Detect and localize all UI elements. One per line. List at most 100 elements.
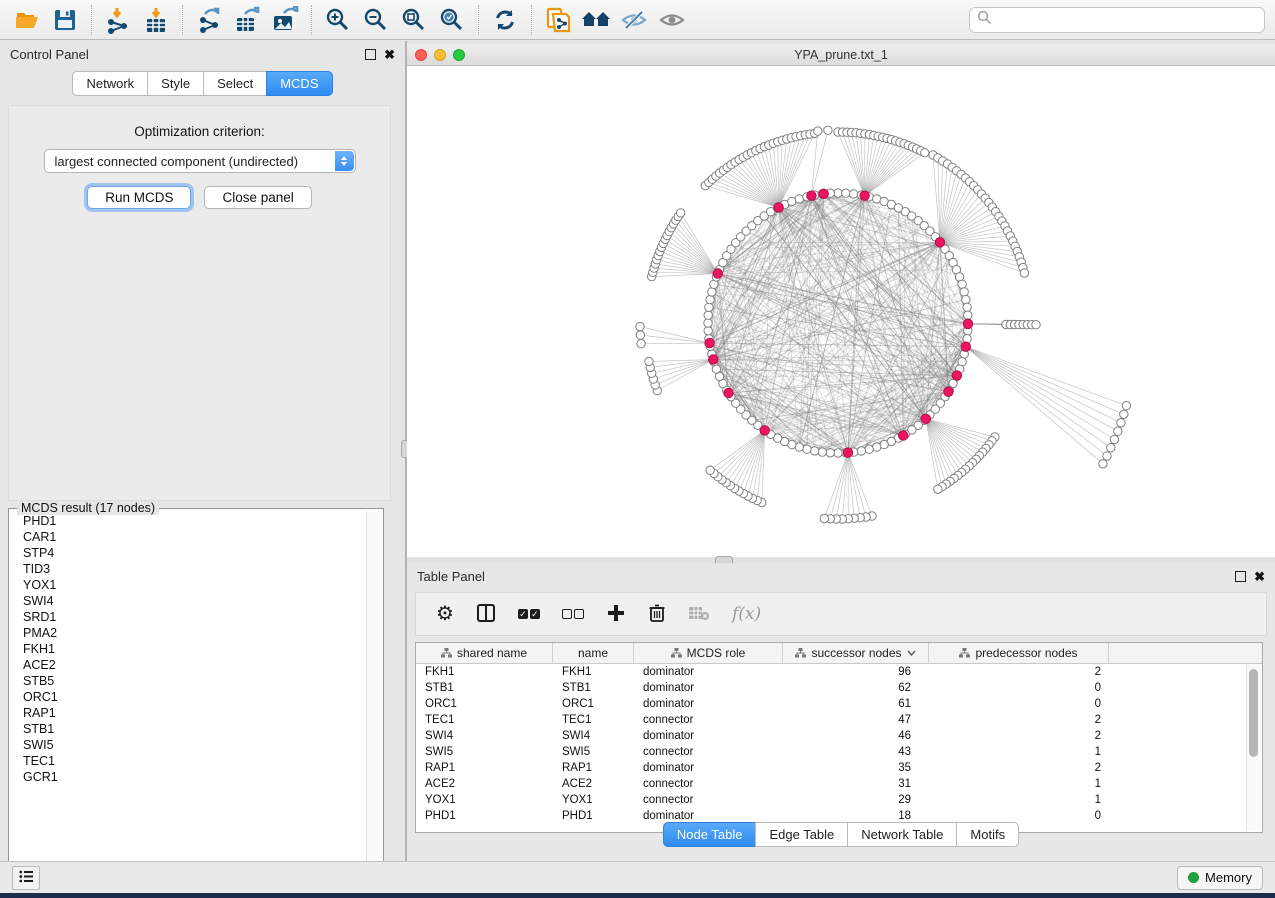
network-node[interactable] <box>960 288 968 296</box>
run-mcds-button[interactable]: Run MCDS <box>87 186 191 209</box>
mcds-result-list[interactable]: PHD1CAR1STP4TID3YOX1SWI4SRD1PMA2FKH1ACE2… <box>11 513 366 876</box>
node-table[interactable]: shared namenameMCDS rolesuccessor nodesp… <box>415 642 1263 833</box>
table-row[interactable]: YOX1YOX1connector291 <box>416 792 1262 808</box>
mcds-result-item[interactable]: TID3 <box>11 561 366 577</box>
zoom-out-button[interactable] <box>357 3 395 37</box>
network-node[interactable] <box>814 127 822 135</box>
close-panel-button[interactable]: Close panel <box>204 186 311 209</box>
network-node[interactable] <box>704 327 712 335</box>
mcds-dominator-node[interactable] <box>760 426 769 435</box>
zoom-fit-button[interactable] <box>395 3 433 37</box>
table-row[interactable]: FKH1FKH1dominator962 <box>416 664 1262 680</box>
column-header-name[interactable]: name <box>553 643 634 663</box>
mcds-result-item[interactable]: PMA2 <box>11 625 366 641</box>
network-node[interactable] <box>964 311 972 319</box>
network-node[interactable] <box>834 449 842 457</box>
mcds-result-item[interactable]: STP4 <box>11 545 366 561</box>
memory-button[interactable]: Memory <box>1177 866 1263 890</box>
network-node[interactable] <box>705 303 713 311</box>
tab-select[interactable]: Select <box>203 71 267 96</box>
network-node[interactable] <box>921 149 929 157</box>
network-node[interactable] <box>1099 460 1107 468</box>
open-file-button[interactable] <box>8 3 46 37</box>
network-node[interactable] <box>1122 402 1130 410</box>
network-node[interactable] <box>1020 269 1028 277</box>
table-tab-node-table[interactable]: Node Table <box>663 822 757 847</box>
table-tab-network-table[interactable]: Network Table <box>847 822 957 847</box>
mcds-result-item[interactable]: STB5 <box>11 673 366 689</box>
network-node[interactable] <box>1110 435 1118 443</box>
column-header-predecessor-nodes[interactable]: predecessor nodes <box>929 643 1109 663</box>
network-node[interactable] <box>795 195 803 203</box>
export-table-button[interactable] <box>228 3 266 37</box>
column-header-successor-nodes[interactable]: successor nodes <box>783 643 929 663</box>
network-node[interactable] <box>963 335 971 343</box>
mcds-dominator-node[interactable] <box>724 388 733 397</box>
network-node[interactable] <box>818 448 826 456</box>
network-node[interactable] <box>850 190 858 198</box>
network-node[interactable] <box>636 322 644 330</box>
tab-style[interactable]: Style <box>147 71 204 96</box>
table-row[interactable]: RAP1RAP1dominator352 <box>416 760 1262 776</box>
network-node[interactable] <box>1117 419 1125 427</box>
network-node[interactable] <box>962 295 970 303</box>
network-node[interactable] <box>820 514 828 522</box>
mcds-result-item[interactable]: PHD1 <box>11 513 366 529</box>
table-row[interactable]: TEC1TEC1connector472 <box>416 712 1262 728</box>
network-node[interactable] <box>1103 452 1111 460</box>
scrollbar-thumb[interactable] <box>1249 669 1258 757</box>
mcds-list-scrollbar[interactable] <box>366 511 381 876</box>
mcds-dominator-node[interactable] <box>843 448 852 457</box>
zoom-selected-button[interactable] <box>433 3 471 37</box>
deselect-all-rows-button[interactable] <box>562 609 584 619</box>
network-node[interactable] <box>704 311 712 319</box>
mcds-result-item[interactable]: YOX1 <box>11 577 366 593</box>
mcds-dominator-node[interactable] <box>963 319 972 328</box>
close-panel-icon[interactable]: ✖ <box>1254 570 1265 583</box>
optimization-criterion-select[interactable]: largest connected component (undirected) <box>44 149 356 173</box>
float-panel-icon[interactable] <box>365 49 376 60</box>
mcds-dominator-node[interactable] <box>952 371 961 380</box>
hide-selected-button[interactable] <box>615 3 653 37</box>
mcds-result-item[interactable]: RAP1 <box>11 705 366 721</box>
mcds-dominator-node[interactable] <box>961 342 970 351</box>
mcds-dominator-node[interactable] <box>709 355 718 364</box>
mcds-result-item[interactable]: STB1 <box>11 721 366 737</box>
duplicate-network-button[interactable] <box>539 3 577 37</box>
network-node[interactable] <box>1107 444 1115 452</box>
network-node[interactable] <box>645 357 653 365</box>
table-row[interactable]: SWI4SWI4dominator462 <box>416 728 1262 744</box>
table-tab-motifs[interactable]: Motifs <box>956 822 1019 847</box>
network-node[interactable] <box>708 288 716 296</box>
delete-column-button[interactable] <box>648 603 666 626</box>
mcds-result-item[interactable]: SRD1 <box>11 609 366 625</box>
mcds-result-item[interactable]: SWI5 <box>11 737 366 753</box>
close-panel-icon[interactable]: ✖ <box>384 48 395 61</box>
mcds-dominator-node[interactable] <box>807 191 816 200</box>
search-input[interactable] <box>997 9 1264 31</box>
mcds-dominator-node[interactable] <box>944 387 953 396</box>
network-node[interactable] <box>1120 410 1128 418</box>
mcds-dominator-node[interactable] <box>899 431 908 440</box>
column-header-shared-name[interactable]: shared name <box>416 643 553 663</box>
table-row[interactable]: ACE2ACE2connector311 <box>416 776 1262 792</box>
export-network-button[interactable] <box>190 3 228 37</box>
first-neighbors-button[interactable] <box>577 3 615 37</box>
table-settings-button[interactable]: ⚙ <box>436 604 454 624</box>
table-row[interactable]: STB1STB1dominator620 <box>416 680 1262 696</box>
network-graph[interactable] <box>407 66 1275 557</box>
tab-network[interactable]: Network <box>72 71 148 96</box>
select-all-rows-button[interactable]: ✓✓ <box>518 609 540 619</box>
mcds-dominator-node[interactable] <box>860 191 869 200</box>
import-table-button[interactable] <box>137 3 175 37</box>
network-node[interactable] <box>963 303 971 311</box>
add-column-button[interactable] <box>606 603 626 626</box>
mcds-dominator-node[interactable] <box>713 269 722 278</box>
network-node[interactable] <box>704 319 712 327</box>
network-node[interactable] <box>803 445 811 453</box>
mcds-result-item[interactable]: TEC1 <box>11 753 366 769</box>
network-node[interactable] <box>826 449 834 457</box>
mcds-result-item[interactable]: ACE2 <box>11 657 366 673</box>
table-tab-edge-table[interactable]: Edge Table <box>755 822 848 847</box>
mcds-result-item[interactable]: FKH1 <box>11 641 366 657</box>
